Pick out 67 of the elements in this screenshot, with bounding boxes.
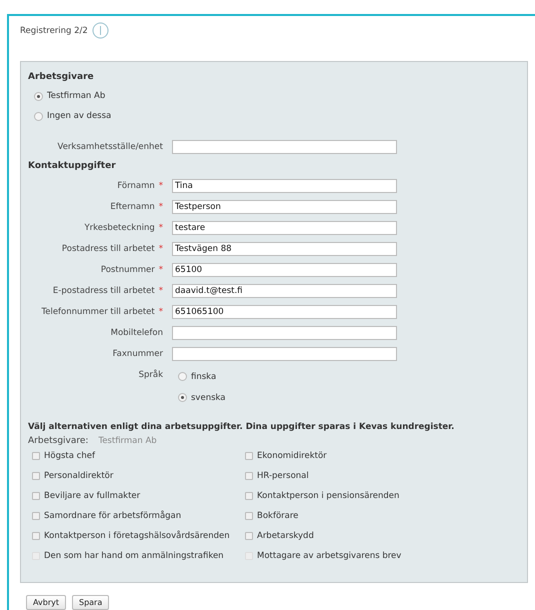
checkbox-label: Högsta chef: [44, 451, 95, 461]
input-field[interactable]: [172, 346, 397, 360]
required-mark: *: [158, 286, 163, 296]
required-mark: *: [158, 180, 163, 190]
checkbox-label: Den som har hand om anmälningstrafiken: [44, 551, 224, 561]
checkbox[interactable]: [32, 452, 40, 460]
checkbox[interactable]: [245, 492, 253, 500]
field-label: Språk: [138, 370, 163, 380]
input-field[interactable]: Testvägen 88: [172, 242, 397, 256]
field-label: Yrkesbeteckning: [84, 222, 155, 232]
checkbox[interactable]: [245, 512, 253, 520]
radio-button[interactable]: [178, 393, 187, 402]
input-field[interactable]: 651065100: [172, 304, 397, 318]
input-field[interactable]: [172, 140, 397, 154]
field-label: Mobiltelefon: [110, 328, 163, 338]
radio-label: Testfirman Ab: [47, 91, 106, 101]
input-field[interactable]: testare: [172, 220, 397, 234]
required-mark: *: [158, 202, 163, 212]
radio-button[interactable]: [178, 372, 187, 381]
employer-label: Arbetsgivare:: [28, 436, 88, 446]
section-heading: Arbetsgivare: [28, 72, 95, 84]
checkbox[interactable]: [32, 512, 40, 520]
field-label: Efternamn: [110, 202, 155, 212]
checkbox-label: Personaldirektör: [44, 471, 114, 481]
field-label: Telefonnummer till arbetet: [41, 306, 155, 316]
checkbox[interactable]: [245, 452, 253, 460]
form-button[interactable]: Avbryt: [26, 595, 66, 610]
field-label: Postnummer: [100, 264, 155, 274]
input-field[interactable]: Testperson: [172, 200, 397, 214]
instruction-text: Välj alternativen enligt dina arbetsuppgifter. Dina uppgifter sparas i Kevas kundregister.: [28, 422, 456, 432]
employer-name: Testfirman Ab: [98, 436, 157, 446]
radio-label: svenska: [191, 392, 226, 402]
required-mark: *: [158, 244, 163, 254]
radio-label: Ingen av dessa: [47, 111, 112, 121]
required-mark: *: [158, 306, 163, 316]
field-label: Postadress till arbetet: [62, 244, 155, 254]
required-mark: *: [158, 264, 163, 274]
checkbox[interactable]: [32, 472, 40, 480]
checkbox[interactable]: [32, 532, 40, 540]
checkbox[interactable]: [32, 492, 40, 500]
field-label: Faxnummer: [112, 348, 163, 358]
page-title: Registrering 2/2: [20, 26, 88, 36]
checkbox-label: Ekonomidirektör: [257, 451, 327, 461]
radio-button[interactable]: [34, 92, 43, 100]
field-label: Förnamn: [117, 180, 155, 190]
form-button[interactable]: Spara: [72, 595, 110, 610]
input-field[interactable]: daavid.t@test.fi: [172, 284, 397, 298]
checkbox[interactable]: [245, 532, 253, 540]
radio-label: finska: [191, 372, 216, 382]
radio-button[interactable]: [34, 112, 43, 120]
checkbox-label: Kontaktperson i företagshälsovårdsärenden: [44, 531, 230, 541]
field-label: Verksamhetsställe/enhet: [56, 142, 164, 152]
checkbox-label: Kontaktperson i pensionsärenden: [257, 491, 400, 501]
section-heading: Kontaktuppgifter: [28, 161, 117, 173]
input-field[interactable]: 65100: [172, 262, 397, 276]
checkbox-label: Samordnare för arbetsförmågan: [44, 511, 182, 521]
checkbox-label: Beviljare av fullmakter: [44, 491, 140, 501]
input-field[interactable]: Tina: [172, 178, 397, 192]
required-mark: *: [158, 222, 163, 232]
info-icon[interactable]: [92, 22, 109, 39]
checkbox-label: HR-personal: [257, 471, 309, 481]
field-label: E-postadress till arbetet: [52, 286, 155, 296]
checkbox-label: Bokförare: [257, 511, 298, 521]
checkbox-label: Arbetarskydd: [257, 531, 314, 541]
input-field[interactable]: [172, 326, 397, 340]
checkbox-label: Mottagare av arbetsgivarens brev: [257, 551, 402, 561]
checkbox[interactable]: [245, 472, 253, 480]
